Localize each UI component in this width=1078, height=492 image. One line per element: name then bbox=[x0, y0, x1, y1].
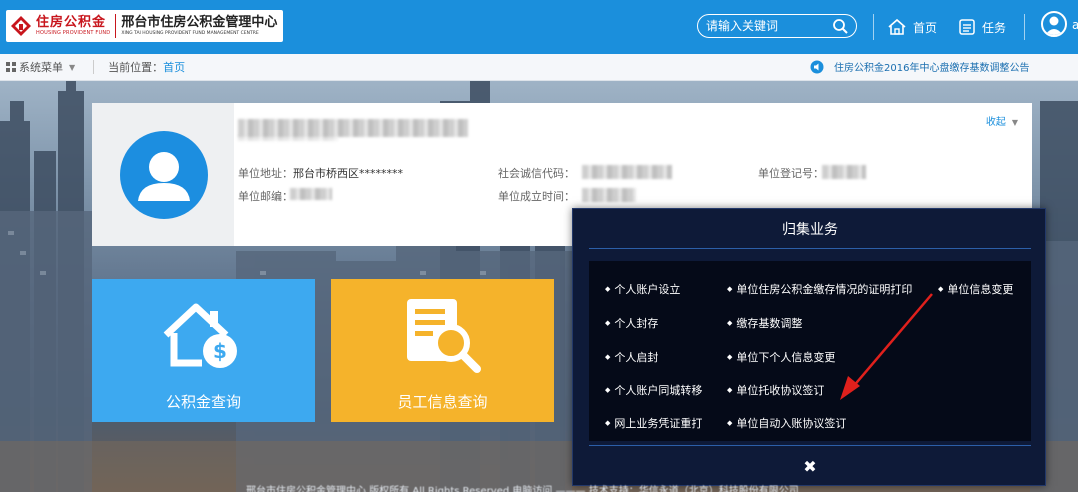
logo-en-text: HOUSING PROVIDENT FUND bbox=[36, 30, 111, 36]
address-label: 单位地址： bbox=[238, 167, 293, 180]
diamond-bullet-icon: ◆ bbox=[605, 386, 611, 394]
task-link[interactable]: 任务 bbox=[958, 14, 1006, 40]
caret-down-icon: ▼ bbox=[69, 62, 76, 72]
credit-code-field: 社会诚信代码： bbox=[498, 165, 575, 181]
collection-business-modal: 归集业务 ◆ 个人账户设立 ◆ 单位住房公积金缴存情况的证明打印 ◆ 单位信息变更 ◆… bbox=[572, 208, 1046, 486]
notice-banner[interactable]: 住房公积金2016年中心盘缴存基数调整公告 bbox=[810, 59, 1029, 74]
biz-item[interactable]: ◆ 缴存基数调整 bbox=[727, 315, 802, 331]
employee-query-tile[interactable]: 员工信息查询 bbox=[331, 279, 554, 422]
system-menu-label: 系统菜单 bbox=[19, 61, 63, 74]
breadcrumb-prefix: 当前位置： bbox=[108, 61, 164, 74]
fund-query-label: 公积金查询 bbox=[165, 393, 241, 411]
collapse-label: 收起 bbox=[985, 117, 1006, 128]
reg-no-label: 单位登记号： bbox=[758, 167, 824, 180]
close-icon[interactable]: ✖ bbox=[801, 457, 819, 476]
collapse-toggle[interactable]: 收起 ▼ bbox=[986, 113, 1018, 128]
business-menu: ◆ 个人账户设立 ◆ 单位住房公积金缴存情况的证明打印 ◆ 单位信息变更 ◆ 个人封存 … bbox=[589, 261, 1031, 441]
top-header: 住房公积金 HOUSING PROVIDENT FUND 邢台市住房公积金管理中… bbox=[0, 0, 1078, 54]
caret-down-icon: ▼ bbox=[1011, 118, 1018, 127]
address-field: 单位地址：邢台市桥西区******** bbox=[238, 165, 403, 181]
logo-cn-text: 住房公积金 bbox=[36, 15, 107, 30]
svg-text:$: $ bbox=[213, 339, 227, 363]
diamond-bullet-icon: ◆ bbox=[605, 353, 611, 361]
biz-item[interactable]: ◆ 单位下个人信息变更 bbox=[727, 349, 835, 365]
breadcrumb-home-link[interactable]: 首页 bbox=[163, 59, 185, 75]
employee-query-label: 员工信息查询 bbox=[397, 393, 488, 411]
diamond-bullet-icon: ◆ bbox=[727, 419, 733, 427]
postcode-redacted bbox=[290, 188, 332, 200]
diamond-bullet-icon: ◆ bbox=[605, 319, 611, 327]
credit-code-label: 社会诚信代码： bbox=[498, 167, 575, 180]
speaker-icon bbox=[810, 60, 824, 73]
center-name-en: XING TAI HOUSING PROVIDENT FUND MANAGEME… bbox=[121, 30, 259, 36]
biz-item[interactable]: ◆ 个人账户同城转移 bbox=[605, 382, 702, 398]
credit-code-redacted bbox=[582, 165, 672, 179]
biz-item[interactable]: ◆ 单位信息变更 bbox=[938, 281, 1013, 297]
home-icon bbox=[888, 18, 906, 35]
reg-no-field: 单位登记号： bbox=[758, 165, 824, 181]
biz-item[interactable]: ◆ 网上业务凭证重打 bbox=[605, 415, 702, 431]
founded-label: 单位成立时间： bbox=[498, 190, 575, 203]
postcode-field: 单位邮编： bbox=[238, 188, 293, 204]
diamond-bullet-icon: ◆ bbox=[727, 386, 733, 394]
grid-menu-icon bbox=[6, 62, 16, 72]
sub-header: 系统菜单 ▼ 当前位置： 首页 住房公积金2016年中心盘缴存基数调整公告 bbox=[0, 54, 1078, 81]
notice-text: 住房公积金2016年中心盘缴存基数调整公告 bbox=[834, 63, 1030, 74]
founded-field: 单位成立时间： bbox=[498, 188, 575, 204]
biz-item[interactable]: ◆ 单位自动入账协议签订 bbox=[727, 415, 846, 431]
search-input[interactable] bbox=[706, 19, 826, 33]
task-label: 任务 bbox=[982, 20, 1007, 35]
search-icon[interactable] bbox=[832, 18, 848, 34]
red-arrow-annotation bbox=[840, 293, 933, 400]
diamond-bullet-icon: ◆ bbox=[727, 319, 733, 327]
biz-item[interactable]: ◆ 单位托收协议签订 bbox=[727, 382, 824, 398]
system-menu-button[interactable]: 系统菜单 ▼ bbox=[0, 59, 75, 75]
user-avatar-icon[interactable] bbox=[1041, 11, 1067, 37]
house-money-icon: $ bbox=[163, 303, 237, 368]
diamond-bullet-icon: ◆ bbox=[727, 353, 733, 361]
reg-no-redacted bbox=[822, 165, 866, 179]
modal-title: 归集业务 bbox=[589, 209, 1031, 249]
task-list-icon bbox=[959, 19, 975, 35]
diamond-bullet-icon: ◆ bbox=[605, 419, 611, 427]
center-name: 邢台市住房公积金管理中心 bbox=[121, 14, 278, 30]
user-name-partial[interactable]: a bbox=[1072, 18, 1078, 32]
footer-text: 邢台市住房公积金管理中心 版权所有 All Rights Reserved 电脑… bbox=[246, 486, 799, 492]
diamond-bullet-icon: ◆ bbox=[605, 285, 611, 293]
company-avatar-icon bbox=[120, 131, 208, 219]
address-value: 邢台市桥西区******** bbox=[293, 167, 403, 180]
home-link[interactable]: 首页 bbox=[887, 14, 937, 40]
biz-item[interactable]: ◆ 个人账户设立 bbox=[605, 281, 680, 297]
postcode-label: 单位邮编： bbox=[238, 190, 293, 203]
home-label: 首页 bbox=[913, 20, 938, 35]
search-box[interactable] bbox=[697, 14, 857, 38]
biz-item[interactable]: ◆ 个人启封 bbox=[605, 349, 658, 365]
biz-item[interactable]: ◆ 个人封存 bbox=[605, 315, 658, 331]
founded-redacted bbox=[582, 188, 636, 202]
site-logo[interactable]: 住房公积金 HOUSING PROVIDENT FUND 邢台市住房公积金管理中… bbox=[6, 10, 284, 42]
diamond-bullet-icon: ◆ bbox=[727, 285, 733, 293]
fund-query-tile[interactable]: $ 公积金查询 bbox=[92, 279, 315, 422]
document-search-icon bbox=[407, 299, 481, 373]
house-logo-icon bbox=[10, 15, 32, 37]
